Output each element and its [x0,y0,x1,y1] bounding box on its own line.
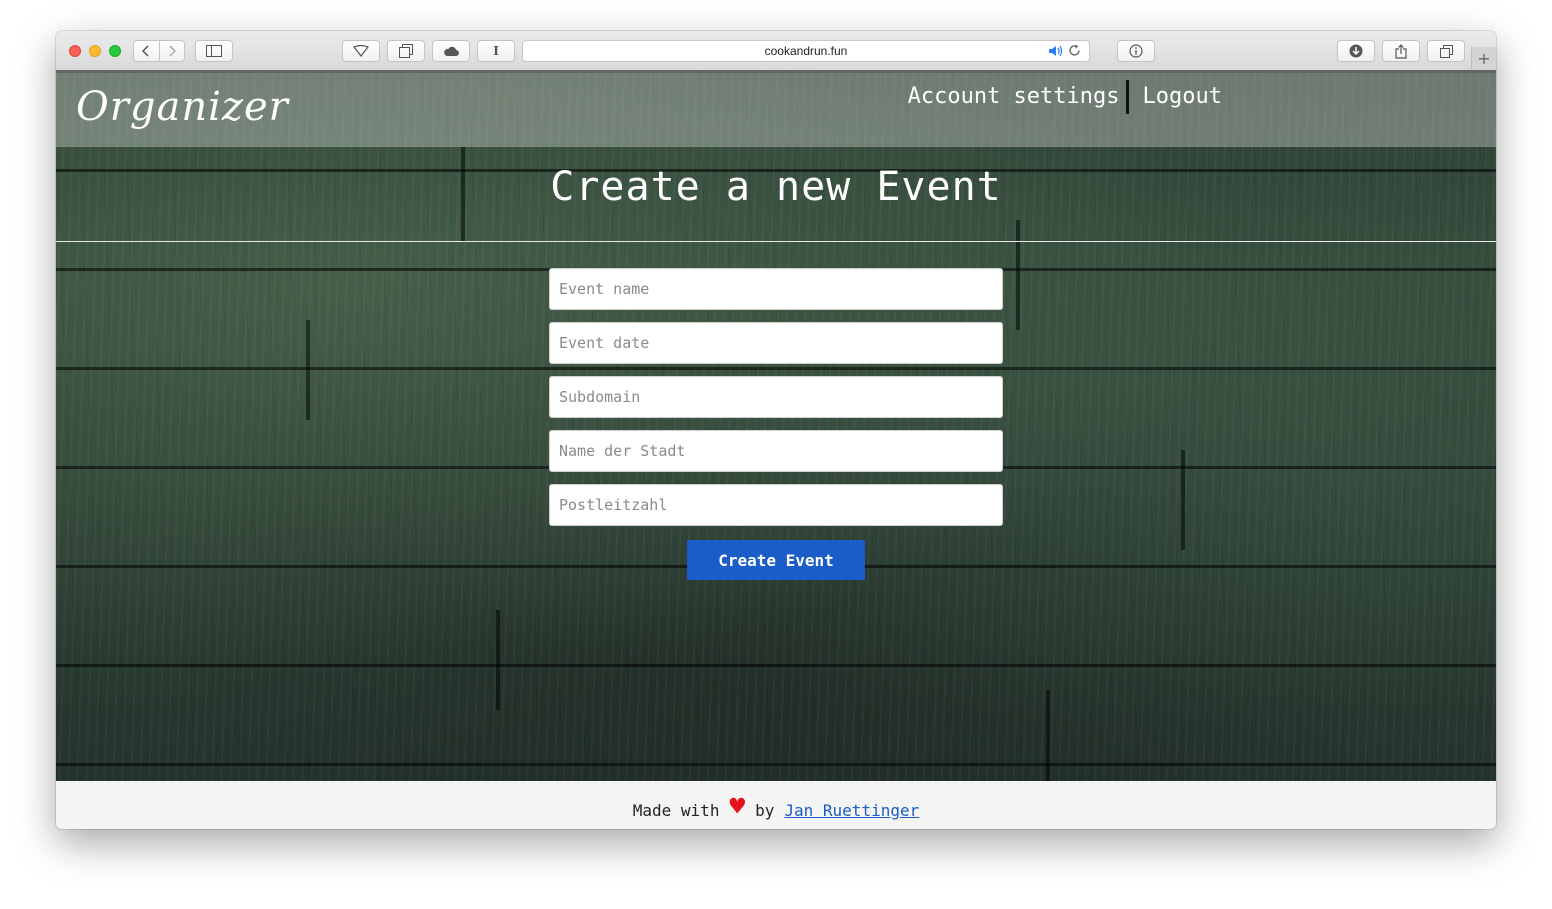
share-icon [1395,43,1407,59]
title-divider [56,241,1496,242]
page-title: Create a new Event [550,164,1002,210]
event-name-input[interactable] [549,268,1003,310]
forward-button[interactable] [158,41,185,61]
back-forward-group [133,40,185,62]
create-event-button[interactable]: Create Event [687,540,865,580]
tabs-overview-button[interactable] [387,40,425,62]
plank-seam [306,320,310,420]
sidebar-button[interactable] [195,40,233,62]
site-footer: Made with ♥ by Jan Ruettinger [56,781,1496,829]
new-tab-button[interactable]: + [1471,47,1496,70]
author-link[interactable]: Jan Ruettinger [784,801,919,820]
plank-seam [496,610,500,710]
page-content: Organizer Account settings Logout Create… [56,70,1496,781]
postal-code-input[interactable] [549,484,1003,526]
header-nav: Account settings Logout [908,80,1222,114]
city-input[interactable] [549,430,1003,472]
speaker-icon[interactable] [1048,45,1064,57]
close-window-button[interactable] [69,45,81,57]
event-date-input[interactable] [549,322,1003,364]
heart-icon: ♥ [729,792,746,822]
plank-seam [1181,450,1185,550]
site-header: Organizer Account settings Logout [56,70,1496,147]
download-icon [1349,44,1363,58]
reader-button[interactable]: I [477,40,515,62]
sidebar-icon [206,45,222,57]
nav-separator [1125,80,1129,114]
url-text: cookandrun.fun [764,44,848,58]
info-button[interactable] [1117,40,1155,62]
logout-link[interactable]: Logout [1143,80,1222,114]
create-event-form: Create Event [549,268,1003,580]
browser-window: I cookandrun.fun + Organizer Account set… [56,31,1496,829]
footer-by: by [755,800,775,820]
chevron-right-icon [169,45,176,57]
tabs-icon [1439,44,1453,58]
plank-seam [1016,220,1020,330]
subdomain-input[interactable] [549,376,1003,418]
shield-icon [353,45,369,57]
zoom-window-button[interactable] [109,45,121,57]
address-bar[interactable]: cookandrun.fun [522,40,1090,62]
info-icon [1129,44,1143,58]
back-button[interactable] [134,41,159,61]
reload-icon[interactable] [1068,44,1081,57]
footer-made-with: Made with [632,800,720,820]
browser-toolbar: I cookandrun.fun + [56,31,1496,71]
share-button[interactable] [1382,40,1420,62]
minimize-window-button[interactable] [89,45,101,57]
downloads-button[interactable] [1337,40,1375,62]
plank-seam [1046,690,1050,781]
chevron-left-icon [142,45,149,57]
site-logo[interactable]: Organizer [76,84,289,130]
account-settings-link[interactable]: Account settings [908,80,1120,114]
cloud-icon [444,46,459,56]
icloud-button[interactable] [432,40,470,62]
show-tabs-button[interactable] [1427,40,1465,62]
copy-icon [399,44,413,58]
text-cursor-icon: I [493,44,499,58]
shield-button[interactable] [342,40,380,62]
